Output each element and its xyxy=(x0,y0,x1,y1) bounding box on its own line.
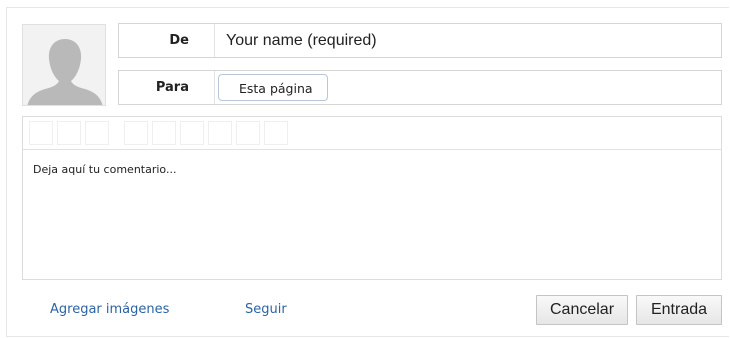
toolbar-button[interactable] xyxy=(180,121,204,145)
name-input[interactable] xyxy=(216,24,721,57)
from-row: De xyxy=(118,23,722,58)
follow-link[interactable]: Seguir xyxy=(245,302,287,317)
toolbar-button[interactable] xyxy=(152,121,176,145)
toolbar-button[interactable] xyxy=(124,121,148,145)
add-images-link[interactable]: Agregar imágenes xyxy=(50,302,169,317)
to-label: Para xyxy=(119,71,215,104)
recipient-chip[interactable]: Esta página xyxy=(218,74,328,101)
toolbar-button[interactable] xyxy=(236,121,260,145)
to-row: Para Esta página xyxy=(118,70,722,105)
comment-editor xyxy=(22,116,722,280)
from-label: De xyxy=(119,24,215,57)
toolbar-button[interactable] xyxy=(57,121,81,145)
avatar xyxy=(22,24,106,106)
toolbar-button[interactable] xyxy=(208,121,232,145)
toolbar-button[interactable] xyxy=(85,121,109,145)
cancel-button[interactable]: Cancelar xyxy=(536,295,628,325)
user-silhouette-icon xyxy=(27,39,103,105)
toolbar-button[interactable] xyxy=(264,121,288,145)
editor-toolbar xyxy=(23,117,721,150)
comment-textarea[interactable] xyxy=(23,151,721,279)
submit-button[interactable]: Entrada xyxy=(636,295,722,325)
toolbar-button[interactable] xyxy=(29,121,53,145)
